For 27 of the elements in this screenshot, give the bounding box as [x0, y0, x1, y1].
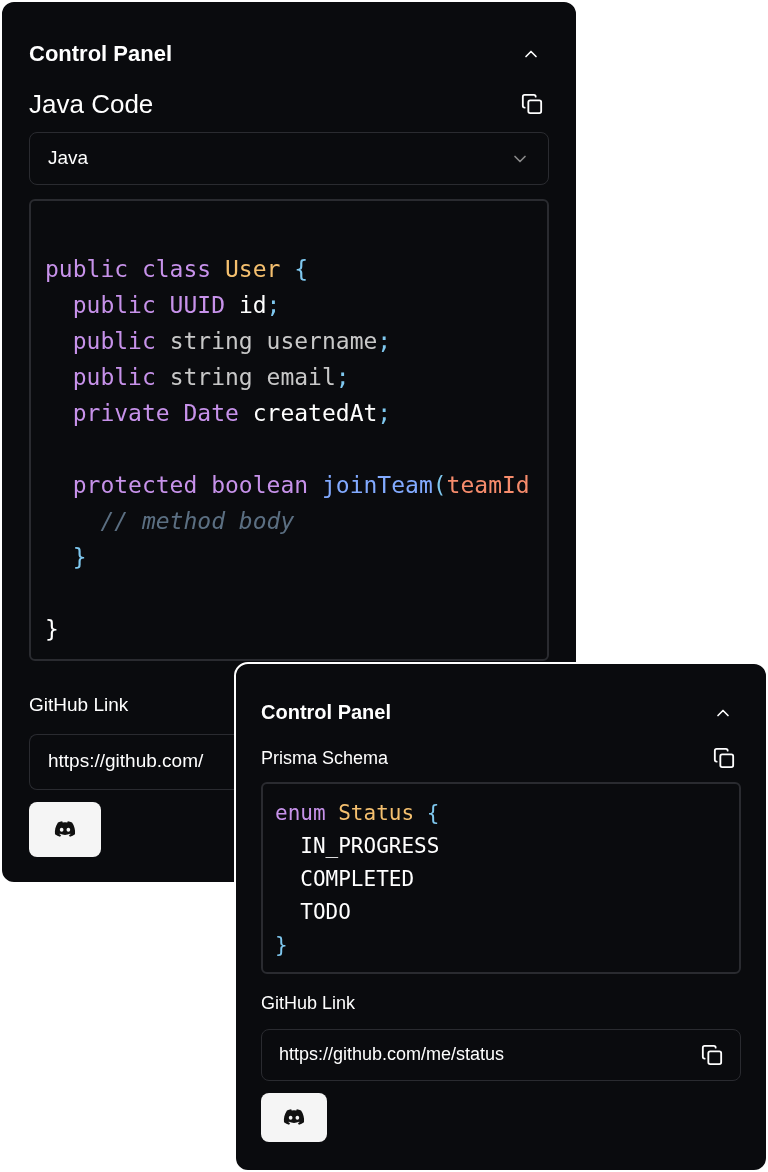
code-title: Java Code — [29, 87, 154, 120]
code-line: COMPLETED — [299, 865, 416, 893]
link-field[interactable]: https://github.com/me/status — [261, 1028, 741, 1081]
panel-title: Control Panel — [261, 700, 391, 725]
code-line: TODO — [299, 898, 352, 926]
code-line: protected boolean joinTeam(teamId — [71, 471, 531, 500]
code-line: public string username; — [71, 327, 393, 356]
copy-button[interactable] — [713, 747, 735, 770]
language-select[interactable]: Java — [29, 132, 549, 185]
field-label: GitHub Link — [29, 693, 129, 717]
code-line: } — [275, 931, 289, 959]
code-line: public UUID id; — [71, 291, 282, 320]
field-label: GitHub Link — [261, 991, 356, 1015]
code-line: public string email; — [71, 363, 351, 392]
code-title: Prisma Schema — [261, 747, 389, 770]
code-line: IN_PROGRESS — [299, 832, 441, 860]
discord-button[interactable] — [261, 1092, 327, 1142]
code-line: enum Status { — [275, 799, 441, 827]
code-line: private Date createdAt; — [71, 399, 393, 428]
panel-title: Control Panel — [29, 40, 172, 68]
code-line: } — [71, 543, 88, 572]
copy-button[interactable] — [521, 92, 543, 115]
code-line: // method body — [99, 507, 296, 536]
code-line: public class User { — [45, 255, 310, 284]
copy-icon[interactable] — [701, 1043, 723, 1066]
code-line: } — [45, 615, 60, 644]
discord-button[interactable] — [29, 801, 101, 857]
